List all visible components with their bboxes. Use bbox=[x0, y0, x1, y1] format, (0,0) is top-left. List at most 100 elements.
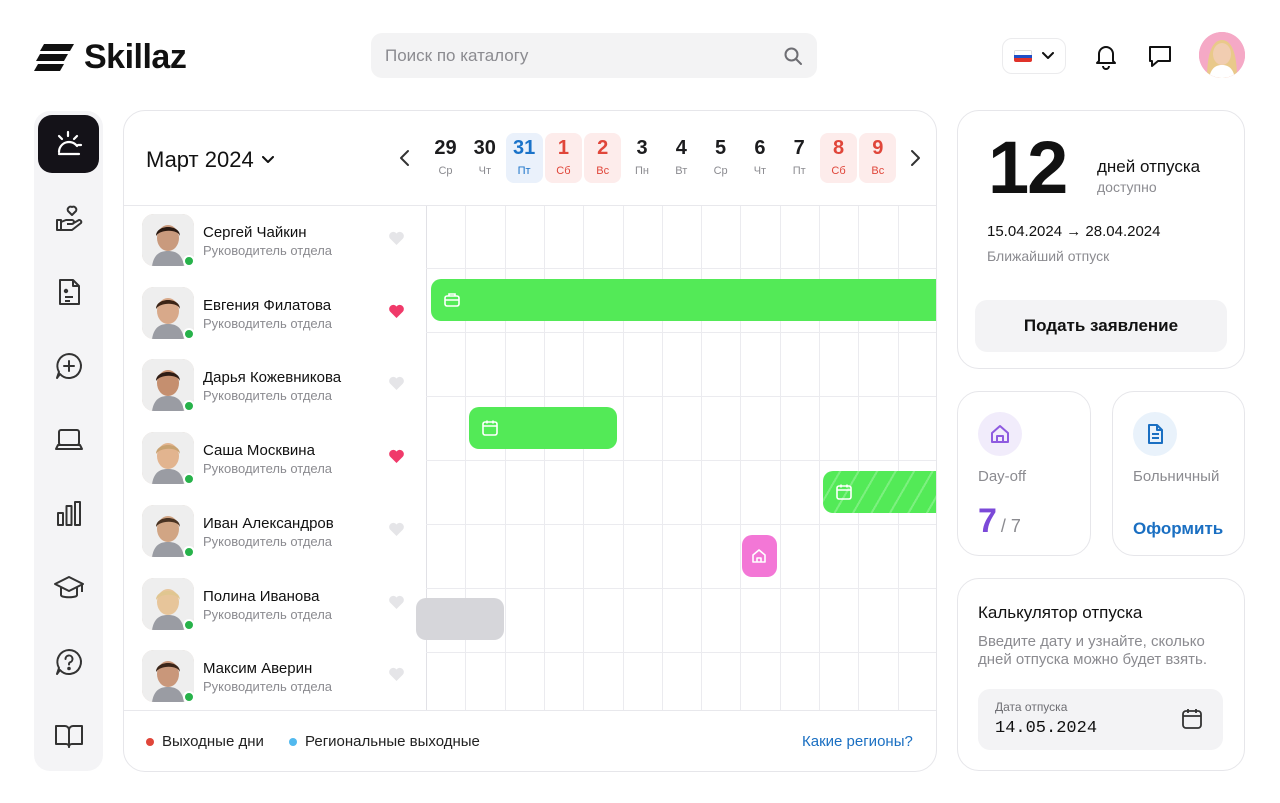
favorite-heart-icon[interactable] bbox=[388, 595, 405, 615]
vacation-calculator-card: Калькулятор отпуска Введите дату и узнай… bbox=[957, 578, 1245, 771]
dayoff-card[interactable]: Day-off 7 / 7 bbox=[957, 391, 1091, 556]
submit-request-button[interactable]: Подать заявление bbox=[975, 300, 1227, 352]
day-number: 30 bbox=[473, 137, 496, 159]
favorite-heart-icon[interactable] bbox=[388, 667, 405, 687]
employee-row[interactable]: Иван Александров Руководитель отдела bbox=[142, 504, 412, 561]
sidebar-item-home[interactable] bbox=[38, 115, 99, 173]
vacation-date-value: 14.05.2024 bbox=[995, 719, 1098, 738]
home-icon bbox=[752, 549, 766, 563]
language-selector[interactable] bbox=[1002, 38, 1066, 74]
red-dot-icon bbox=[146, 737, 154, 746]
employee-row[interactable]: Евгения Филатова Руководитель отдела bbox=[142, 286, 412, 343]
day-cell[interactable]: 4 Вт bbox=[663, 133, 700, 183]
user-avatar-image bbox=[1199, 32, 1245, 78]
employee-row[interactable]: Саша Москвина Руководитель отдела bbox=[142, 432, 412, 488]
favorite-heart-icon[interactable] bbox=[388, 231, 405, 251]
sick-leave-card[interactable]: Больничный Оформить bbox=[1112, 391, 1245, 556]
sidebar-item-benefits[interactable] bbox=[38, 189, 99, 247]
day-cell[interactable]: 8 Сб bbox=[820, 133, 857, 183]
day-weekday: Сб bbox=[831, 165, 846, 177]
sidebar-item-learning[interactable] bbox=[38, 559, 99, 617]
chevron-left-icon bbox=[400, 150, 409, 166]
sun-icon bbox=[57, 130, 82, 156]
messages-button[interactable] bbox=[1146, 42, 1174, 75]
day-cell[interactable]: 1 Сб bbox=[544, 133, 582, 183]
employee-role: Руководитель отдела bbox=[203, 243, 333, 258]
employee-name: Евгения Филатова bbox=[203, 296, 332, 314]
sick-leave-action[interactable]: Оформить bbox=[1133, 519, 1223, 539]
day-cell[interactable]: 3 Пн bbox=[624, 133, 661, 183]
sidebar-item-knowledge-base[interactable] bbox=[38, 707, 99, 765]
day-number: 7 bbox=[793, 137, 805, 159]
day-weekday: Чт bbox=[478, 165, 491, 177]
sidebar-item-equipment[interactable] bbox=[38, 411, 99, 469]
sidebar-item-documents[interactable] bbox=[38, 263, 99, 321]
day-cell[interactable]: 5 Ср bbox=[702, 133, 739, 183]
prev-week-button[interactable] bbox=[398, 149, 412, 172]
employee-row[interactable]: Сергей Чайкин Руководитель отдела bbox=[142, 214, 412, 270]
vacation-date-label: Дата отпуска bbox=[995, 700, 1068, 714]
day-cell[interactable]: 2 Вс bbox=[584, 133, 622, 183]
online-status-icon bbox=[183, 691, 195, 704]
vacation-days-label: дней отпуска bbox=[1097, 157, 1201, 176]
day-cell[interactable]: 6 Чт bbox=[741, 133, 778, 183]
favorite-heart-icon[interactable] bbox=[388, 449, 405, 469]
day-number: 1 bbox=[557, 137, 569, 159]
employee-role: Руководитель отдела bbox=[203, 606, 333, 622]
regions-link[interactable]: Какие регионы? bbox=[802, 733, 913, 750]
employee-row[interactable]: Дарья Кожевникова Руководитель отдела bbox=[142, 359, 412, 415]
app-logo[interactable]: Skillaz bbox=[34, 38, 187, 77]
user-avatar[interactable] bbox=[1199, 32, 1245, 78]
next-week-button[interactable] bbox=[908, 149, 922, 172]
calendar-icon[interactable] bbox=[1180, 707, 1204, 731]
favorite-heart-icon[interactable] bbox=[388, 304, 405, 324]
day-number: 3 bbox=[636, 137, 648, 159]
skillaz-logo-icon bbox=[34, 43, 74, 71]
day-cell[interactable]: 29 Ср bbox=[427, 133, 464, 183]
vacation-bar[interactable] bbox=[431, 279, 936, 321]
graduation-cap-icon bbox=[53, 576, 84, 599]
dayoff-icon-circle bbox=[978, 412, 1022, 456]
employee-role: Руководитель отдела bbox=[203, 388, 333, 404]
search-input[interactable]: Поиск по каталогу bbox=[371, 33, 817, 78]
day-cell[interactable]: 9 Вс bbox=[859, 133, 897, 183]
chevron-down-icon bbox=[1042, 52, 1054, 59]
vacation-date-field[interactable]: Дата отпуска 14.05.2024 bbox=[978, 689, 1223, 750]
day-cell[interactable]: 31 Пт bbox=[505, 133, 543, 183]
notifications-button[interactable] bbox=[1092, 42, 1120, 75]
legend-regional-label: Региональные выходные bbox=[305, 733, 480, 750]
day-weekday: Чт bbox=[753, 165, 767, 177]
planned-vacation-bar[interactable] bbox=[823, 471, 936, 513]
footer-divider bbox=[124, 710, 936, 711]
sidebar-item-requests[interactable] bbox=[38, 337, 99, 395]
employee-row[interactable]: Максим Аверин Руководитель отдела bbox=[142, 650, 412, 706]
search-icon[interactable] bbox=[783, 46, 803, 66]
online-status-icon bbox=[183, 255, 195, 267]
briefcase-icon bbox=[444, 293, 460, 307]
employee-row[interactable]: Полина Иванова Руководитель отдела bbox=[142, 577, 412, 634]
dayoff-bar[interactable] bbox=[742, 535, 777, 577]
chevron-right-icon bbox=[911, 150, 920, 166]
sidebar bbox=[34, 111, 103, 771]
day-cell[interactable]: 7 Пт bbox=[781, 133, 818, 183]
book-icon bbox=[54, 725, 83, 748]
vacation-bar[interactable] bbox=[469, 407, 617, 449]
sidebar-item-analytics[interactable] bbox=[38, 485, 99, 543]
month-label: Март 2024 bbox=[146, 147, 254, 172]
grid-row-line bbox=[426, 332, 936, 333]
chat-icon bbox=[1149, 46, 1171, 67]
past-absence-bar[interactable] bbox=[416, 598, 504, 640]
next-vacation-range: 15.04.2024 → 28.04.2024 bbox=[987, 223, 1161, 240]
grid-row-line bbox=[426, 460, 936, 461]
month-selector[interactable]: Март 2024 bbox=[146, 147, 274, 173]
favorite-heart-icon[interactable] bbox=[388, 376, 405, 396]
sidebar-item-help[interactable] bbox=[38, 633, 99, 691]
absence-grid bbox=[416, 206, 936, 710]
favorite-heart-icon[interactable] bbox=[388, 522, 405, 542]
day-cell[interactable]: 30 Чт bbox=[466, 133, 503, 183]
employee-role: Руководитель отдела bbox=[203, 679, 333, 695]
day-number: 6 bbox=[754, 137, 766, 159]
laptop-icon bbox=[54, 429, 83, 450]
day-weekday: Пт bbox=[792, 165, 806, 177]
calculator-description: Введите дату и узнайте, сколько дней отп… bbox=[978, 633, 1208, 668]
